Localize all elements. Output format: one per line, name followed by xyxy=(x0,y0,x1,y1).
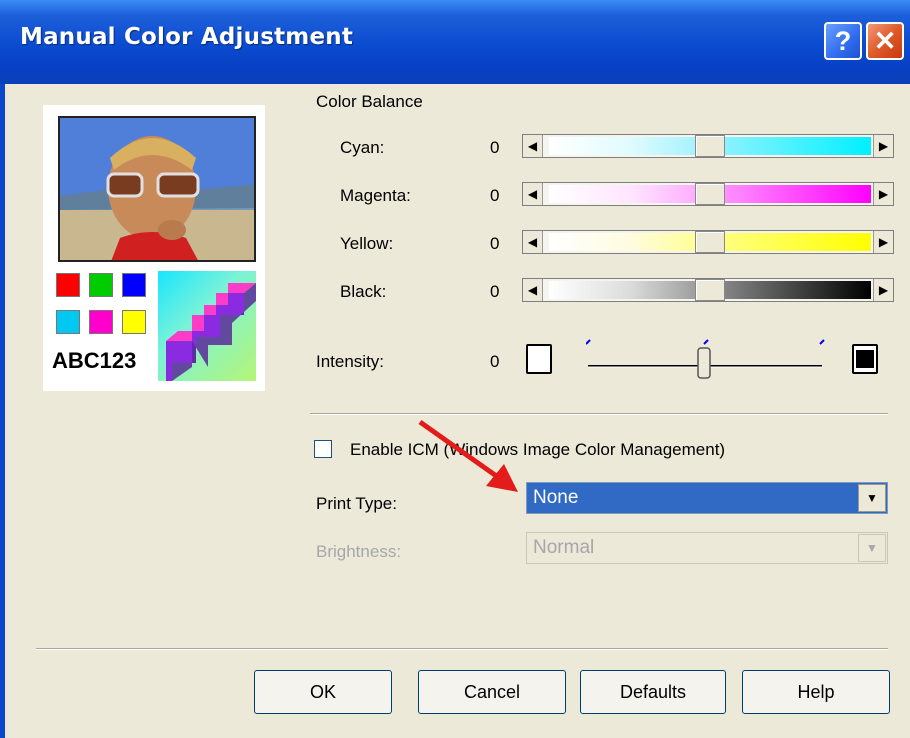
annotation-arrow xyxy=(414,418,524,498)
brightness-value: Normal xyxy=(533,537,595,558)
window-title: Manual Color Adjustment xyxy=(20,24,354,50)
swatch-red xyxy=(56,273,80,297)
intensity-slider[interactable] xyxy=(585,336,826,382)
magenta-value: 0 xyxy=(490,186,500,205)
yellow-value: 0 xyxy=(490,234,500,253)
help-button[interactable]: Help xyxy=(742,670,890,714)
window-frame-left xyxy=(0,84,5,738)
cyan-thumb[interactable] xyxy=(695,135,725,157)
swatch-blue xyxy=(122,273,146,297)
black-left-arrow-icon[interactable]: ◀ xyxy=(523,279,543,301)
black-label: Black: xyxy=(340,282,387,301)
gradient-steps-graphic xyxy=(158,271,256,381)
ok-button[interactable]: OK xyxy=(254,670,392,714)
sample-text: ABC123 xyxy=(52,348,137,373)
cyan-label: Cyan: xyxy=(340,138,385,157)
intensity-label: Intensity: xyxy=(316,352,385,371)
magenta-left-arrow-icon[interactable]: ◀ xyxy=(523,183,543,205)
magenta-slider[interactable]: ◀ ▶ xyxy=(522,182,894,206)
title-bar: Manual Color Adjustment ? ✕ xyxy=(0,0,910,84)
question-icon: ? xyxy=(834,26,852,56)
brightness-label: Brightness: xyxy=(316,542,402,561)
separator-bottom xyxy=(36,648,888,650)
yellow-label: Yellow: xyxy=(340,234,394,253)
print-type-label: Print Type: xyxy=(316,494,397,513)
cyan-slider[interactable]: ◀ ▶ xyxy=(522,134,894,158)
swatch-cyan xyxy=(56,310,80,334)
magenta-thumb[interactable] xyxy=(695,183,725,205)
swatch-yellow xyxy=(122,310,146,334)
chevron-down-icon[interactable]: ▼ xyxy=(858,484,886,512)
cyan-value: 0 xyxy=(490,138,500,157)
magenta-right-arrow-icon[interactable]: ▶ xyxy=(873,183,893,205)
light-page-icon xyxy=(526,344,552,374)
swatch-green xyxy=(89,273,113,297)
preview-photo xyxy=(58,116,256,262)
print-type-dropdown[interactable]: None ▼ xyxy=(526,482,888,514)
yellow-left-arrow-icon[interactable]: ◀ xyxy=(523,231,543,253)
black-value: 0 xyxy=(490,282,500,301)
black-right-arrow-icon[interactable]: ▶ xyxy=(873,279,893,301)
separator-top xyxy=(310,413,888,415)
icm-checkbox[interactable] xyxy=(314,440,332,458)
close-button[interactable]: ✕ xyxy=(866,22,904,60)
close-icon: ✕ xyxy=(873,26,897,56)
yellow-slider[interactable]: ◀ ▶ xyxy=(522,230,894,254)
yellow-right-arrow-icon[interactable]: ▶ xyxy=(873,231,893,253)
boy-photo-image xyxy=(60,118,254,260)
magenta-label: Magenta: xyxy=(340,186,411,205)
yellow-thumb[interactable] xyxy=(695,231,725,253)
black-thumb[interactable] xyxy=(695,279,725,301)
print-type-value: None xyxy=(533,487,579,508)
defaults-button[interactable]: Defaults xyxy=(580,670,726,714)
color-balance-heading: Color Balance xyxy=(316,92,423,111)
cancel-button[interactable]: Cancel xyxy=(418,670,566,714)
cyan-right-arrow-icon[interactable]: ▶ xyxy=(873,135,893,157)
black-slider[interactable]: ◀ ▶ xyxy=(522,278,894,302)
icm-label: Enable ICM (Windows Image Color Manageme… xyxy=(350,440,726,459)
chevron-down-icon: ▼ xyxy=(858,534,886,562)
dark-page-icon xyxy=(852,344,878,374)
swatch-magenta xyxy=(89,310,113,334)
cyan-left-arrow-icon[interactable]: ◀ xyxy=(523,135,543,157)
brightness-dropdown: Normal ▼ xyxy=(526,532,888,564)
intensity-value: 0 xyxy=(490,352,500,371)
help-title-button[interactable]: ? xyxy=(824,22,862,60)
